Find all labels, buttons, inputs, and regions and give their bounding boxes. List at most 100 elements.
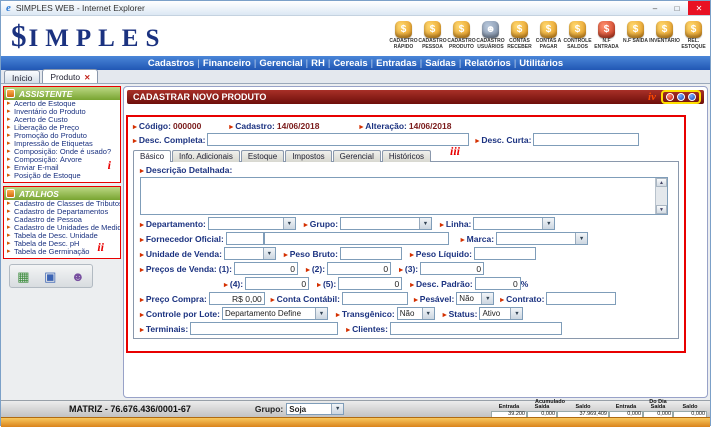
menu-entradas[interactable]: Entradas [373,58,420,69]
calendar-icon[interactable]: ▣ [44,270,56,283]
tab-close-icon[interactable]: ✕ [84,73,90,82]
contrato-label: Contrato: [500,294,544,304]
sidebar: ASSISTENTE Acerto de Estoque Inventário … [3,86,121,288]
cadastro-value: 14/06/2018 [277,121,320,131]
sidebar-item-composicao-onde-e-usado[interactable]: Composição: Onde é usado? [4,148,120,156]
menu-gerencial[interactable]: Gerencial [256,58,305,69]
minimize-button[interactable]: – [644,1,666,15]
sidebar-item-composicao-arvore[interactable]: Composição: Árvore [4,156,120,164]
toolbar-button-contas-receber[interactable]: $ CONTAS RECEBER [505,21,534,51]
fornecedor-codigo-input[interactable] [226,232,264,245]
panel-close-button[interactable] [666,93,674,101]
preco-1-input[interactable] [234,262,298,275]
sidebar-item-liberacao-de-preco[interactable]: Liberação de Preço [4,124,120,132]
grupo-select[interactable]: ▼ [340,217,432,230]
toolbar-button-cadastro-rapido[interactable]: $ CADASTRO RÁPIDO [389,21,418,51]
toolbar-button-cadastro-pessoa[interactable]: $ CADASTRO PESSOA [418,21,447,51]
toolbar-button-cadastro-usuarios[interactable]: ☻ CADASTRO USUÁRIOS [476,21,505,51]
grupo-filter: Grupo: Soja ▼ [255,403,344,415]
terminais-input[interactable] [190,322,338,335]
unidade-venda-select[interactable]: ▼ [224,247,276,260]
sidebar-item-tabela-desc-unidade[interactable]: Tabela de Desc. Unidade [4,232,120,240]
conta-contabil-input[interactable] [342,292,408,305]
toolbar-button-nf-entrada[interactable]: $ N.F ENTRADA [592,21,621,51]
sidebar-item-promocao-do-produto[interactable]: Promoção do Produto [4,132,120,140]
tab-historicos[interactable]: Históricos [382,150,431,162]
maximize-button[interactable]: □ [666,1,688,15]
panel-button-blue-1[interactable] [677,93,685,101]
clientes-input[interactable] [390,322,562,335]
desc-completa-input[interactable] [207,133,469,146]
statusbar: MATRIZ - 76.676.436/0001-67 Grupo: Soja … [1,400,710,417]
grupo-filter-select[interactable]: Soja ▼ [286,403,344,415]
desc-padrao-label: Desc. Padrão: [410,279,473,289]
scroll-up-icon[interactable]: ▲ [656,178,667,187]
peso-bruto-input[interactable] [340,247,402,260]
spreadsheet-icon[interactable]: ▦ [17,270,29,283]
descricao-detalhada-textarea[interactable] [141,178,667,214]
tab-info-adicionais[interactable]: Info. Adicionais [172,150,240,162]
tab-produto[interactable]: Produto ✕ [42,69,98,83]
money-bag-icon: $ [424,21,441,38]
close-button[interactable]: ✕ [688,1,710,15]
users-icon[interactable]: ☻ [71,270,85,283]
menu-cereais[interactable]: Cereais [330,58,370,69]
toolbar-button-label: CONTAS A PAGAR [534,39,563,51]
sidebar-item-enviar-email[interactable]: Enviar E-mail [4,164,120,172]
tab-gerencial[interactable]: Gerencial [333,150,381,162]
menu-financeiro[interactable]: Financeiro [200,58,254,69]
controle-lote-select[interactable]: Departamento Define ▼ [222,307,328,320]
menu-saidas[interactable]: Saídas [422,58,459,69]
preco-2-input[interactable] [327,262,391,275]
panel-button-blue-2[interactable] [688,93,696,101]
descricao-detalhada-field: ▲ ▼ [140,177,668,215]
desc-curta-input[interactable] [533,133,639,146]
scroll-down-icon[interactable]: ▼ [656,205,667,214]
sidebar-item-acerto-de-custo[interactable]: Acerto de Custo [4,116,120,124]
menu-relatorios[interactable]: Relatórios [461,58,513,69]
tab-basico[interactable]: Básico [133,150,171,162]
sidebar-item-cadastro-unidades-medida[interactable]: Cadastro de Unidades de Medida [4,224,120,232]
preco-compra-input[interactable] [209,292,265,305]
preco-4-input[interactable] [245,277,309,290]
sidebar-item-cadastro-departamentos[interactable]: Cadastro de Departamentos [4,208,120,216]
toolbar-button-inventario[interactable]: $ INVENTÁRIO [650,21,679,45]
preco-5-input[interactable] [338,277,402,290]
marca-select[interactable]: ▼ [496,232,588,245]
pesavel-select[interactable]: Não ▼ [456,292,494,305]
window-titlebar: e SIMPLES WEB - Internet Explorer – □ ✕ [1,1,710,16]
contrato-input[interactable] [546,292,616,305]
menu-rh[interactable]: RH [308,58,328,69]
sidebar-item-impressao-de-etiquetas[interactable]: Impressão de Etiquetas [4,140,120,148]
sidebar-item-posicao-de-estoque[interactable]: Posição de Estoque [4,172,120,180]
status-select[interactable]: Ativo ▼ [479,307,523,320]
toolbar-button-nf-saida[interactable]: $ N.F SAÍDA [621,21,650,45]
departamento-select[interactable]: ▼ [208,217,296,230]
toolbar-button-label: INVENTÁRIO [649,39,680,45]
tab-estoque[interactable]: Estoque [241,150,284,162]
toolbar-button-contas-a-pagar[interactable]: $ CONTAS A PAGAR [534,21,563,51]
menu-utilitarios[interactable]: Utilitários [516,58,566,69]
preco-3-input[interactable] [420,262,484,275]
unidade-venda-label: Unidade de Venda: [140,249,222,259]
transgenico-select[interactable]: Não ▼ [397,307,435,320]
percent-label: % [521,279,529,289]
toolbar-button-rel-estoque[interactable]: $ REL. ESTOQUE [679,21,708,51]
tab-inicio[interactable]: Início [4,70,40,83]
toolbar-button-label: CADASTRO PESSOA [418,39,447,51]
sidebar-item-inventario-do-produto[interactable]: Inventário do Produto [4,108,120,116]
toolbar-button-controle-saldos[interactable]: $ CONTROLE SALDOS [563,21,592,51]
toolbar-button-cadastro-produto[interactable]: $ CADASTRO PRODUTO [447,21,476,51]
sidebar-item-cadastro-classes-tributos[interactable]: Cadastro de Classes de Tributos [4,200,120,208]
scrollbar[interactable]: ▲ ▼ [655,178,667,214]
peso-liquido-input[interactable] [474,247,536,260]
pesavel-label: Pesável: [414,294,454,304]
tab-impostos[interactable]: Impostos [285,150,331,162]
linha-select[interactable]: ▼ [473,217,555,230]
sidebar-item-acerto-de-estoque[interactable]: Acerto de Estoque [4,100,120,108]
menu-cadastros[interactable]: Cadastros [145,58,197,69]
terminais-label: Terminais: [140,324,188,334]
desc-padrao-input[interactable] [475,277,521,290]
sidebar-item-cadastro-pessoa[interactable]: Cadastro de Pessoa [4,216,120,224]
fornecedor-nome-input[interactable] [264,232,449,245]
